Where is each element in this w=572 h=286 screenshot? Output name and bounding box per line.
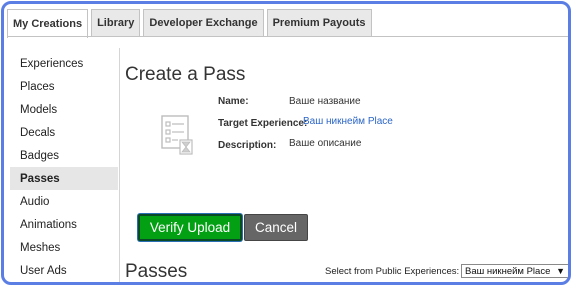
description-value: Ваше описание <box>289 138 362 149</box>
sidebar-item-places[interactable]: Places <box>10 75 118 98</box>
sidebar-item-decals[interactable]: Decals <box>10 121 118 144</box>
name-value: Ваше название <box>289 96 361 107</box>
sidebar: Experiences Places Models Decals Badges … <box>10 52 118 282</box>
cancel-button[interactable]: Cancel <box>244 214 308 241</box>
sidebar-item-badges[interactable]: Badges <box>10 144 118 167</box>
tab-premium-payouts[interactable]: Premium Payouts <box>266 9 372 36</box>
tab-divider <box>7 36 568 37</box>
description-label: Description: <box>218 140 277 151</box>
sidebar-item-models[interactable]: Models <box>10 98 118 121</box>
tab-library[interactable]: Library <box>91 9 141 36</box>
chevron-down-icon: ▼ <box>556 266 565 276</box>
public-experiences-label: Select from Public Experiences: <box>325 266 460 277</box>
public-experiences-select[interactable]: Ваш никнейм Place ▼ <box>461 264 568 278</box>
verify-upload-button[interactable]: Verify Upload <box>138 214 242 241</box>
top-tabs: My Creations Library Developer Exchange … <box>7 9 375 38</box>
passes-section-title: Passes <box>125 261 188 282</box>
sidebar-item-experiences[interactable]: Experiences <box>10 52 118 75</box>
sidebar-item-meshes[interactable]: Meshes <box>10 236 118 259</box>
sidebar-item-passes[interactable]: Passes <box>10 167 118 190</box>
sidebar-item-user-ads[interactable]: User Ads <box>10 259 118 282</box>
target-experience-link[interactable]: Ваш никнейм Place <box>303 116 393 127</box>
sidebar-divider <box>119 48 120 282</box>
name-label: Name: <box>218 96 249 107</box>
tab-my-creations[interactable]: My Creations <box>7 9 89 38</box>
sidebar-item-animations[interactable]: Animations <box>10 213 118 236</box>
app-window: My Creations Library Developer Exchange … <box>1 1 571 285</box>
pass-placeholder-icon <box>161 115 193 155</box>
sidebar-item-audio[interactable]: Audio <box>10 190 118 213</box>
select-value: Ваш никнейм Place <box>465 265 551 277</box>
tab-developer-exchange[interactable]: Developer Exchange <box>143 9 264 36</box>
target-experience-label: Target Experience: <box>218 118 308 129</box>
page-title: Create a Pass <box>125 64 246 85</box>
